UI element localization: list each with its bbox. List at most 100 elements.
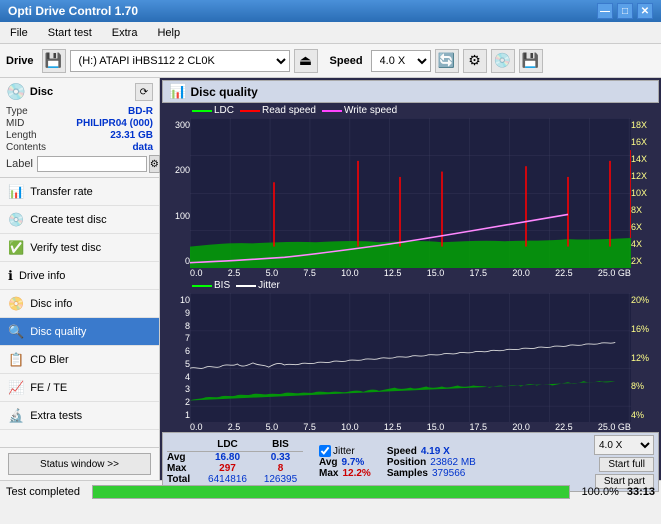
read-speed-legend-color xyxy=(240,110,260,112)
jitter-legend-label: Jitter xyxy=(258,280,280,291)
status-window-button[interactable]: Status window >> xyxy=(8,453,151,475)
disc-refresh-button[interactable]: ⟳ xyxy=(135,83,153,101)
refresh-button[interactable]: 🔄 xyxy=(435,49,459,73)
type-value: BD-R xyxy=(128,106,153,117)
ldc-legend-label: LDC xyxy=(214,105,234,116)
disc-quality-icon: 🔍 xyxy=(8,324,24,340)
bottom-chart-body: 10 9 8 7 6 5 4 3 2 1 xyxy=(162,293,659,422)
top-chart-svg xyxy=(190,118,631,268)
speed-select[interactable]: 4.0 X xyxy=(371,50,431,72)
jitter-avg-row: Avg 9.7% xyxy=(319,457,371,468)
eject-button[interactable]: ⏏ xyxy=(294,49,318,73)
sidebar: 💿 Disc ⟳ Type BD-R MID PHILIPR04 (000) L… xyxy=(0,78,160,480)
chart-title: Disc quality xyxy=(190,85,257,99)
speed-dropdown[interactable]: 4.0 X xyxy=(594,435,654,455)
sidebar-item-disc-quality[interactable]: 🔍 Disc quality xyxy=(0,318,159,346)
close-button[interactable]: ✕ xyxy=(637,3,653,19)
read-speed-legend-label: Read speed xyxy=(262,105,316,116)
max-ldc: 297 xyxy=(205,463,250,474)
samples-row: Samples 379566 xyxy=(387,468,476,479)
max-label: Max xyxy=(167,463,197,474)
bottom-y-axis-left: 10 9 8 7 6 5 4 3 2 1 xyxy=(162,293,190,422)
chart-header: 📊 Disc quality xyxy=(162,80,659,103)
jitter-checkbox[interactable] xyxy=(319,445,331,457)
menu-help[interactable]: Help xyxy=(151,25,186,41)
sidebar-item-fe-te[interactable]: 📈 FE / TE xyxy=(0,374,159,402)
sidebar-item-verify-test-disc[interactable]: ✅ Verify test disc xyxy=(0,234,159,262)
verify-test-disc-label: Verify test disc xyxy=(30,242,101,254)
disc-panel-title: Disc xyxy=(30,86,53,98)
bis-legend-label: BIS xyxy=(214,280,230,291)
menu-start-test[interactable]: Start test xyxy=(42,25,98,41)
stats-area: LDC BIS Avg 16.80 0.33 Max 297 8 Total xyxy=(162,432,659,492)
disc-label-input[interactable] xyxy=(37,156,147,172)
create-test-disc-label: Create test disc xyxy=(30,214,106,226)
jitter-max-label: Max xyxy=(319,468,338,479)
sidebar-item-create-test-disc[interactable]: 💿 Create test disc xyxy=(0,206,159,234)
drive-info-label: Drive info xyxy=(19,270,65,282)
position-value: 23862 MB xyxy=(430,457,476,468)
start-full-button[interactable]: Start full xyxy=(599,457,654,472)
menubar: File Start test Extra Help xyxy=(0,22,661,44)
max-bis: 8 xyxy=(258,463,303,474)
ldc-legend: LDC xyxy=(192,105,234,116)
samples-label: Samples xyxy=(387,468,428,479)
extra-tests-label: Extra tests xyxy=(30,410,82,422)
avg-row: Avg 16.80 0.33 xyxy=(167,452,303,463)
menu-file[interactable]: File xyxy=(4,25,34,41)
start-controls: 4.0 X Start full Start part xyxy=(594,435,654,489)
sidebar-item-drive-info[interactable]: ℹ Drive info xyxy=(0,262,159,290)
speed-stat-value: 4.19 X xyxy=(421,446,450,457)
disc-label-label: Label xyxy=(6,158,33,170)
fe-te-label: FE / TE xyxy=(30,382,67,394)
drive-select[interactable]: (H:) ATAPI iHBS112 2 CL0K xyxy=(70,50,290,72)
jitter-avg-value: 9.7% xyxy=(342,457,365,468)
sidebar-item-transfer-rate[interactable]: 📊 Transfer rate xyxy=(0,178,159,206)
cd-bler-label: CD Bler xyxy=(30,354,69,366)
write-speed-legend-color xyxy=(322,110,342,112)
titlebar: Opti Drive Control 1.70 — □ ✕ xyxy=(0,0,661,22)
sidebar-item-extra-tests[interactable]: 🔬 Extra tests xyxy=(0,402,159,430)
jitter-label: Jitter xyxy=(333,446,355,457)
top-y-axis-right: 18X 16X 14X 12X 10X 8X 6X 4X 2X xyxy=(631,118,659,268)
top-x-axis: 0.0 2.5 5.0 7.5 10.0 12.5 15.0 17.5 20.0… xyxy=(162,268,659,278)
max-row: Max 297 8 xyxy=(167,463,303,474)
disc-quality-label: Disc quality xyxy=(30,326,86,338)
sidebar-item-cd-bler[interactable]: 📋 CD Bler xyxy=(0,346,159,374)
disc-panel-icon: 💿 xyxy=(6,82,26,102)
app-title: Opti Drive Control 1.70 xyxy=(8,4,138,18)
speed-row: Speed 4.19 X xyxy=(387,446,476,457)
fe-te-icon: 📈 xyxy=(8,380,24,396)
total-bis: 126395 xyxy=(258,474,303,485)
top-chart-section: LDC Read speed Write speed 300 200 10 xyxy=(162,103,659,278)
samples-value: 379566 xyxy=(432,468,465,479)
jitter-speed-panel: Jitter Avg 9.7% Max 12.2% xyxy=(319,445,371,479)
toolbar: Drive 💾 (H:) ATAPI iHBS112 2 CL0K ⏏ Spee… xyxy=(0,44,661,78)
disc-button[interactable]: 💿 xyxy=(491,49,515,73)
stats-row: LDC BIS Avg 16.80 0.33 Max 297 8 Total xyxy=(167,435,654,489)
maximize-button[interactable]: □ xyxy=(617,3,633,19)
ldc-col-header: LDC xyxy=(205,439,250,450)
drive-info-icon: ℹ xyxy=(8,268,13,284)
top-chart-body: 300 200 100 0 xyxy=(162,118,659,268)
settings-button[interactable]: ⚙ xyxy=(463,49,487,73)
jitter-legend-color xyxy=(236,285,256,287)
disc-info-label: Disc info xyxy=(30,298,72,310)
verify-test-disc-icon: ✅ xyxy=(8,240,24,256)
avg-ldc: 16.80 xyxy=(205,452,250,463)
sidebar-item-disc-info[interactable]: 📀 Disc info xyxy=(0,290,159,318)
total-row: Total 6414816 126395 xyxy=(167,474,303,485)
disc-info-icon: 📀 xyxy=(8,296,24,312)
transfer-rate-label: Transfer rate xyxy=(30,186,93,198)
bottom-x-axis: 0.0 2.5 5.0 7.5 10.0 12.5 15.0 17.5 20.0… xyxy=(162,422,659,432)
transfer-rate-icon: 📊 xyxy=(8,184,24,200)
save-button[interactable]: 💾 xyxy=(519,49,543,73)
ldc-legend-color xyxy=(192,110,212,112)
disc-label-button[interactable]: ⚙ xyxy=(149,155,160,173)
write-speed-legend: Write speed xyxy=(322,105,397,116)
minimize-button[interactable]: — xyxy=(597,3,613,19)
status-time: 33:13 xyxy=(627,486,655,498)
position-label: Position xyxy=(387,457,426,468)
menu-extra[interactable]: Extra xyxy=(106,25,144,41)
length-value: 23.31 GB xyxy=(110,130,153,141)
